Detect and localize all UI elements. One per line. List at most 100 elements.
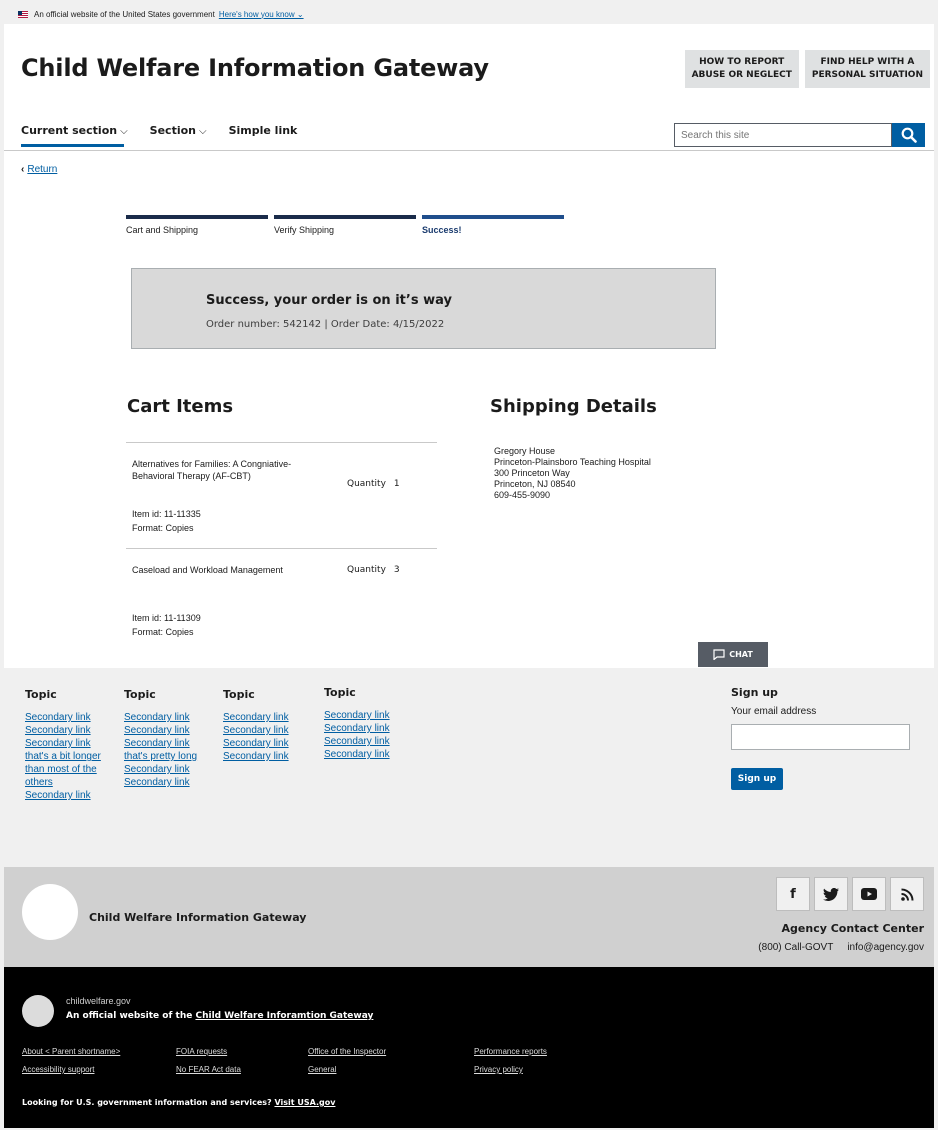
footer-link[interactable]: Secondary link — [124, 711, 212, 724]
identifier-link-general[interactable]: General — [308, 1065, 336, 1074]
footer-link[interactable]: Secondary link — [124, 776, 212, 789]
search-button[interactable] — [892, 123, 925, 147]
footer-link[interactable]: Secondary link — [124, 763, 212, 776]
twitter-icon[interactable] — [814, 877, 848, 911]
primary-nav: Current section ⌵ Section ⌵ Simple link — [21, 124, 297, 147]
report-abuse-button[interactable]: HOW TO REPORT ABUSE OR NEGLECT — [684, 50, 799, 88]
shipping-details-heading: Shipping Details — [490, 396, 657, 417]
footer-column: Topic Secondary link Secondary link Seco… — [25, 688, 113, 802]
cart-items-heading: Cart Items — [127, 396, 234, 417]
footer-link[interactable]: Secondary link — [223, 750, 311, 763]
usa-gov-line: Looking for U.S. government information … — [22, 1098, 335, 1107]
usa-gov-link[interactable]: Visit USA.gov — [274, 1098, 335, 1107]
identifier-link-nofear[interactable]: No FEAR Act data — [176, 1065, 241, 1074]
gov-banner-text: An official website of the United States… — [34, 9, 215, 19]
shipping-city: Princeton, NJ 08540 — [494, 479, 576, 489]
facebook-icon[interactable]: f — [776, 877, 810, 911]
identifier-link-performance[interactable]: Performance reports — [474, 1047, 547, 1056]
chevron-down-icon: ⌵ — [199, 126, 207, 137]
quantity-value: 3 — [393, 565, 400, 575]
identifier-logo — [22, 995, 54, 1027]
heres-how-you-know-link[interactable]: Here's how you know ⌄ — [219, 10, 304, 19]
chevron-left-icon: ‹ — [21, 164, 25, 175]
footer-link[interactable]: Secondary link that's a bit longer than … — [25, 737, 103, 789]
find-help-line1: FIND HELP WITH A — [820, 57, 915, 67]
contact-phone[interactable]: (800) Call-GOVT — [758, 942, 833, 953]
cart-item-quantity: Quantity 3 — [347, 564, 400, 576]
shipping-phone: 609-455-9090 — [494, 490, 551, 500]
agency-link[interactable]: Child Welfare Inforamtion Gateway — [195, 1011, 373, 1021]
find-help-button[interactable]: FIND HELP WITH A PERSONAL SITUATION — [804, 50, 930, 88]
footer-link[interactable]: Secondary link — [324, 735, 412, 748]
success-title: Success, your order is on it’s way — [206, 293, 452, 308]
nav-current-section[interactable]: Current section ⌵ — [21, 124, 128, 147]
shipping-street: 300 Princeton Way — [494, 468, 570, 478]
footer-link[interactable]: Secondary link — [25, 724, 113, 737]
email-field[interactable] — [731, 724, 910, 750]
footer-link[interactable]: Secondary link — [25, 711, 113, 724]
identifier: childwelfare.gov An official website of … — [4, 967, 934, 1128]
footer-link[interactable]: Secondary link — [324, 722, 412, 735]
step-bar — [422, 215, 564, 219]
footer-link[interactable]: Secondary link — [124, 724, 212, 737]
cart-item-name: Caseload and Workload Management — [132, 565, 283, 575]
agency-logo — [22, 884, 78, 940]
cart-item-quantity: Quantity 1 — [347, 478, 400, 490]
step-success: Success! — [422, 215, 564, 235]
identifier-official: An official website of the Child Welfare… — [66, 1011, 373, 1021]
search-input[interactable] — [674, 123, 892, 147]
identifier-link-foia[interactable]: FOIA requests — [176, 1047, 227, 1056]
chevron-down-icon: ⌵ — [120, 126, 128, 137]
quantity-label: Quantity — [347, 479, 386, 489]
quantity-value: 1 — [393, 479, 400, 489]
email-label: Your email address — [731, 706, 817, 717]
chat-label: CHAT — [729, 650, 753, 659]
site-title[interactable]: Child Welfare Information Gateway — [21, 54, 489, 82]
step-bar — [274, 215, 416, 219]
cart-item-id: Item id: 11-11309 — [132, 613, 201, 623]
shipping-name: Gregory House — [494, 446, 556, 456]
footer-link[interactable]: Secondary link — [25, 789, 113, 802]
contact-email[interactable]: info@agency.gov — [847, 942, 924, 953]
youtube-icon[interactable] — [852, 877, 886, 911]
nav-section[interactable]: Section ⌵ — [150, 124, 207, 147]
chat-button[interactable]: CHAT — [698, 642, 768, 667]
footer-link[interactable]: Secondary link — [223, 737, 311, 750]
footer-column-heading: Topic — [124, 688, 156, 701]
rss-icon[interactable] — [890, 877, 924, 911]
twitter-bird-shape — [823, 887, 839, 901]
identifier-link-accessibility[interactable]: Accessibility support — [22, 1065, 94, 1074]
footer-column-heading: Topic — [324, 686, 356, 699]
identifier-link-inspector[interactable]: Office of the Inspector — [308, 1047, 386, 1056]
step-label: Verify Shipping — [274, 225, 335, 235]
footer-column: Topic Secondary link Secondary link Seco… — [223, 688, 311, 763]
identifier-link-privacy[interactable]: Privacy policy — [474, 1065, 523, 1074]
footer-link[interactable]: Secondary link that's pretty long — [124, 737, 204, 763]
return-link[interactable]: ‹ Return — [21, 164, 57, 175]
chat-bubble-icon — [713, 649, 725, 660]
nav-current-section-label: Current section — [21, 124, 118, 137]
footer-link[interactable]: Secondary link — [223, 724, 311, 737]
cart-item-format: Format: Copies — [132, 523, 194, 533]
report-abuse-line1: HOW TO REPORT — [699, 57, 785, 67]
official-prefix: An official website of the — [66, 1011, 193, 1021]
nav-simple-link-label: Simple link — [228, 124, 298, 137]
shipping-address: Gregory House Princeton-Plainsboro Teach… — [494, 446, 651, 501]
footer-column-heading: Topic — [25, 688, 57, 701]
usa-prefix: Looking for U.S. government information … — [22, 1098, 272, 1107]
signup-form: Sign up Your email address Sign up — [731, 686, 911, 790]
footer-link[interactable]: Secondary link — [324, 748, 412, 761]
nav-simple-link[interactable]: Simple link — [229, 124, 298, 147]
cart-item-format: Format: Copies — [132, 627, 194, 637]
report-abuse-line2: ABUSE OR NEGLECT — [691, 70, 792, 80]
footer-link[interactable]: Secondary link — [324, 709, 412, 722]
cart-list: Alternatives for Families: A Congniative… — [126, 442, 437, 644]
cart-item-id: Item id: 11-11335 — [132, 509, 201, 519]
identifier-link-about[interactable]: About < Parent shortname> — [22, 1047, 120, 1056]
signup-heading: Sign up — [731, 686, 778, 699]
success-alert: Success, your order is on it’s way Order… — [131, 268, 716, 349]
signup-button[interactable]: Sign up — [731, 768, 783, 790]
search-icon — [901, 127, 917, 143]
footer-link[interactable]: Secondary link — [223, 711, 311, 724]
us-flag-icon — [18, 10, 28, 18]
